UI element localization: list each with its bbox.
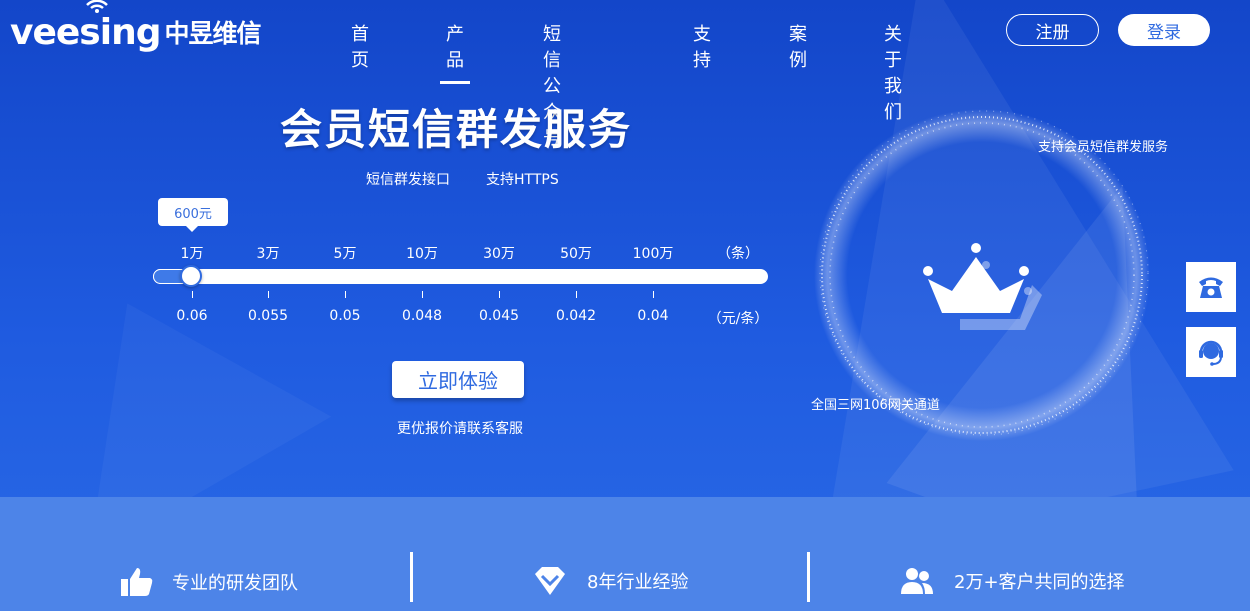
slider-tick: [653, 291, 654, 298]
phone-contact-button[interactable]: [1186, 262, 1236, 312]
price-label: 0.06: [176, 308, 208, 324]
diamond-icon: [535, 567, 565, 595]
band-divider: [410, 552, 413, 602]
price-label: 0.048: [401, 308, 443, 324]
slider-tick: [268, 291, 269, 298]
quantity-label[interactable]: 5万: [334, 243, 357, 263]
price-unit: （元/条）: [707, 311, 769, 327]
advantage-experience: 8年行业经验: [533, 566, 688, 596]
advantage-label: 8年行业经验: [587, 572, 689, 593]
users-icon: [901, 568, 933, 594]
thumbs-up-icon: [121, 568, 153, 596]
ring-label-top: 支持会员短信群发服务: [1038, 140, 1169, 155]
wifi-signal-icon: [86, 0, 108, 13]
quantity-label[interactable]: 100万: [633, 243, 674, 263]
contact-service-note: 更优报价请联系客服: [397, 421, 523, 437]
nav-support[interactable]: 支持: [693, 20, 711, 78]
customer-service-button[interactable]: [1186, 327, 1236, 377]
logo-chinese-name: 中昱维信: [164, 19, 261, 48]
price-label: 0.042: [555, 308, 597, 324]
quantity-slider-track[interactable]: [153, 269, 768, 284]
quantity-unit: （条）: [717, 246, 759, 262]
slider-tick: [499, 291, 500, 298]
site-header: veesing 中昱维信 首页 产品 短信公众号 支持 案例 关于我们 注册 登…: [0, 0, 1250, 149]
feature-sms-api: 短信群发接口: [366, 172, 450, 188]
nav-products[interactable]: 产品: [440, 20, 470, 84]
quantity-label[interactable]: 3万: [257, 243, 280, 263]
price-label: 0.055: [247, 308, 289, 324]
hero-title: 会员短信群发服务: [280, 105, 633, 154]
band-divider: [807, 552, 810, 602]
slider-tick: [192, 291, 193, 298]
try-now-button[interactable]: 立即体验: [392, 361, 524, 398]
price-label: 0.05: [329, 308, 361, 324]
register-button[interactable]: 注册: [1006, 14, 1099, 46]
nav-home[interactable]: 首页: [351, 20, 369, 78]
slider-tick: [422, 291, 423, 298]
feature-https: 支持HTTPS: [486, 172, 559, 188]
phone-icon: [1199, 277, 1223, 298]
nav-cases[interactable]: 案例: [789, 20, 807, 78]
quantity-label[interactable]: 30万: [483, 243, 515, 263]
advantage-customers: 2万+客户共同的选择: [900, 566, 1125, 596]
quantity-label[interactable]: 50万: [560, 243, 592, 263]
advantage-team: 专业的研发团队: [120, 566, 298, 598]
logo-wordmark: veesing: [10, 11, 161, 53]
price-label: 0.045: [478, 308, 520, 324]
customer-service-icon: [1199, 340, 1223, 366]
brand-logo[interactable]: veesing 中昱维信: [10, 0, 261, 54]
price-label: 0.04: [637, 308, 669, 324]
advantage-label: 2万+客户共同的选择: [954, 572, 1125, 593]
quantity-label[interactable]: 1万: [181, 243, 204, 263]
slider-tick: [576, 291, 577, 298]
price-tooltip: 600元: [158, 198, 228, 232]
quantity-label[interactable]: 10万: [406, 243, 438, 263]
advantage-label: 专业的研发团队: [172, 573, 298, 594]
ring-label-bottom: 全国三网106网关通道: [811, 398, 940, 413]
slider-tick: [345, 291, 346, 298]
login-button[interactable]: 登录: [1118, 14, 1210, 46]
quantity-slider-handle[interactable]: [180, 265, 202, 287]
